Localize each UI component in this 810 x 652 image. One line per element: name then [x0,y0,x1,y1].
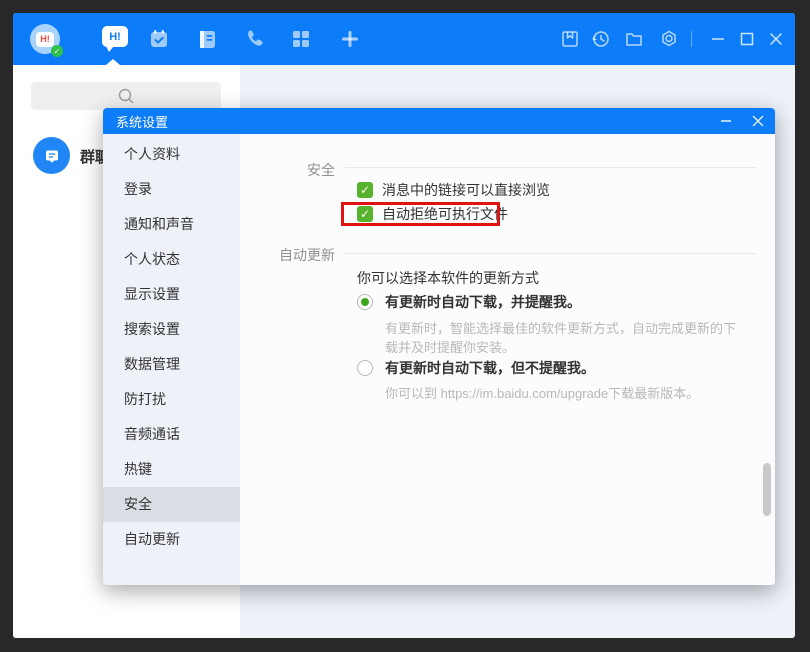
section-divider [345,167,757,168]
desktop-background: H! ✓ H! [0,0,810,652]
folder-icon [624,29,644,49]
group-chat-avatar [33,137,70,174]
menu-item-hotkeys[interactable]: 热键 [103,452,240,487]
radio-auto-download-silent[interactable] [357,360,373,376]
history-button[interactable] [589,27,613,51]
section-divider [345,253,757,254]
tab-chat-active[interactable]: H! [102,26,129,52]
settings-button[interactable] [657,27,681,51]
tab-calendar[interactable] [147,27,171,51]
settings-content: 安全 ✓ 消息中的链接可以直接浏览 ✓ 自动拒绝可执行文件 自动更新 你可以选择… [240,134,775,585]
dialog-titlebar[interactable]: 系统设置 [103,108,775,134]
window-maximize-button[interactable] [735,27,759,51]
settings-dialog: 系统设置 个人资料 登录 通知和声音 个人状 [103,108,775,585]
notes-button[interactable] [558,27,582,51]
window-minimize-button[interactable] [706,27,730,51]
phone-icon [244,28,266,50]
close-icon [751,114,765,128]
minimize-icon [719,114,733,128]
tab-contacts[interactable] [195,27,219,51]
tab-apps[interactable] [289,27,313,51]
maximize-icon [738,30,756,48]
app-toolbar: H! ✓ H! [13,13,795,65]
dialog-title: 系统设置 [116,112,168,131]
dialog-minimize-button[interactable] [717,112,735,130]
menu-item-profile[interactable]: 个人资料 [103,137,240,172]
online-status-badge: ✓ [51,45,63,57]
radio-desc-auto-download-notify: 有更新时，智能选择最佳的软件更新方式，自动完成更新的下载并及时提醒你安装。 [385,319,747,357]
radio-desc-auto-download-silent: 你可以到 https://im.baidu.com/upgrade下载最新版本。 [385,384,747,403]
window-close-button[interactable] [764,27,788,51]
menu-item-security[interactable]: 安全 [103,487,240,522]
menu-item-status[interactable]: 个人状态 [103,242,240,277]
notebook-bookmark-icon [560,29,580,49]
dialog-scrollbar-thumb[interactable] [763,463,771,516]
menu-item-data[interactable]: 数据管理 [103,347,240,382]
add-button[interactable] [338,27,362,51]
section-label-auto-update: 自动更新 [240,245,335,265]
settings-gear-icon [659,29,679,49]
contacts-book-icon [196,28,218,50]
add-plus-icon [339,28,361,50]
radio-auto-download-notify[interactable] [357,294,373,310]
apps-grid-icon [290,28,312,50]
section-label-security: 安全 [240,160,335,180]
menu-item-search[interactable]: 搜索设置 [103,312,240,347]
history-clock-icon [591,29,611,49]
search-input[interactable] [31,82,221,110]
search-icon [116,86,136,106]
close-icon [767,30,785,48]
checkbox-label-browse-links: 消息中的链接可以直接浏览 [382,182,550,199]
chat-bubble-tail [106,46,114,52]
radio-label-auto-download-silent: 有更新时自动下载，但不提醒我。 [385,360,595,376]
checkbox-browse-links[interactable]: ✓ [357,182,373,198]
files-button[interactable] [622,27,646,51]
tab-calls[interactable] [243,27,267,51]
annotation-highlight-box [341,202,500,226]
radio-label-auto-download-notify: 有更新时自动下载，并提醒我。 [385,294,581,310]
menu-item-login[interactable]: 登录 [103,172,240,207]
radio-selected-dot [361,298,369,306]
menu-item-auto-update[interactable]: 自动更新 [103,522,240,557]
menu-item-audio-call[interactable]: 音频通话 [103,417,240,452]
dialog-body: 个人资料 登录 通知和声音 个人状态 显示设置 搜索设置 数据管理 防打扰 音频… [103,134,775,585]
menu-item-dnd[interactable]: 防打扰 [103,382,240,417]
user-avatar[interactable]: H! ✓ [30,24,60,54]
chat-square-icon [42,146,62,166]
menu-item-display[interactable]: 显示设置 [103,277,240,312]
settings-menu: 个人资料 登录 通知和声音 个人状态 显示设置 搜索设置 数据管理 防打扰 音频… [103,134,240,585]
menu-item-notifications[interactable]: 通知和声音 [103,207,240,242]
chat-bubble-icon: H! [102,26,128,47]
calendar-check-icon [148,28,170,50]
minimize-icon [709,30,727,48]
dialog-close-button[interactable] [749,112,767,130]
update-intro-text: 你可以选择本软件的更新方式 [357,268,539,288]
toolbar-separator [691,31,692,47]
avatar-logo: H! [36,32,54,47]
